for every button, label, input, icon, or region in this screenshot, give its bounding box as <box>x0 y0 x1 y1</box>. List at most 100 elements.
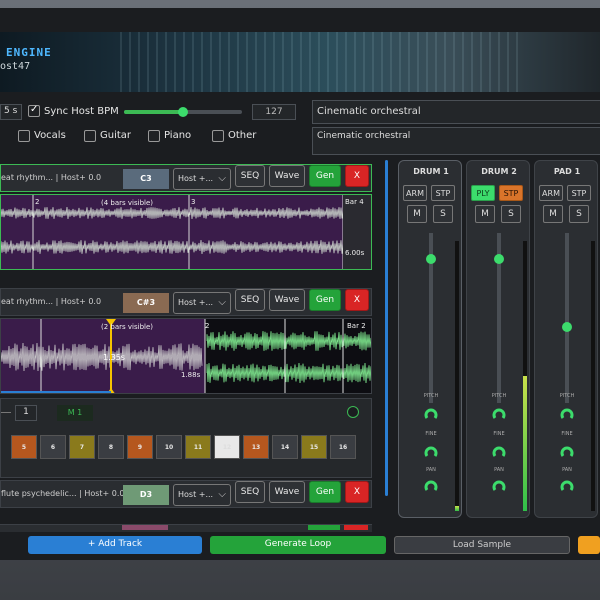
category-checkbox-piano[interactable] <box>148 130 160 142</box>
sequencer-step[interactable]: 6 <box>40 435 66 459</box>
solo-button[interactable]: S <box>501 205 521 223</box>
mixer-strip-pad1: PAD 1 ARM STP M S PITCH FINE PAN <box>534 160 598 518</box>
strip-name: PAD 1 <box>553 167 581 176</box>
volume-fader-handle[interactable] <box>426 253 436 264</box>
sync-bpm-checkbox[interactable] <box>28 104 40 117</box>
track-header: flute psychedelic... | Host+ 0.0 D3 Host… <box>0 480 372 508</box>
host-sync-select[interactable]: Host +... ⌵ <box>173 484 231 506</box>
pan-knob[interactable] <box>560 479 574 493</box>
host-sync-select[interactable]: Host +... ⌵ <box>173 292 231 314</box>
sequencer-step[interactable]: 9 <box>127 435 153 459</box>
mute-button[interactable]: M <box>543 205 563 223</box>
sequencer-led[interactable] <box>347 406 359 418</box>
track-header: eat rhythm... | Host+ 0.0 C#3 Host +... ⌵… <box>0 288 372 316</box>
solo-button[interactable]: S <box>433 205 453 223</box>
wave-button[interactable]: Wave <box>269 481 305 503</box>
gen-button[interactable]: Gen <box>309 289 341 311</box>
bpm-slider-handle[interactable] <box>178 107 188 117</box>
bpm-slider[interactable] <box>124 107 242 117</box>
delete-track-button[interactable]: X <box>345 165 369 187</box>
app-window: ENGINE ost47 5 s Sync Host BPM 127 Cinem… <box>0 8 600 560</box>
bar-end-label: Bar 2 <box>347 322 366 330</box>
volume-fader-handle[interactable] <box>562 321 572 332</box>
pitch-knob[interactable] <box>560 407 574 421</box>
extra-action-button[interactable] <box>578 536 600 554</box>
knob-arc <box>492 480 506 491</box>
category-checkbox-guitar[interactable] <box>84 130 96 142</box>
play-button[interactable]: PLY <box>471 185 495 201</box>
pan-knob[interactable] <box>424 479 438 493</box>
load-sample-button[interactable]: Load Sample <box>394 536 570 554</box>
category-checkbox-vocals[interactable] <box>18 130 30 142</box>
delete-track-button[interactable]: X <box>345 481 369 503</box>
mixer-strip-drum2: DRUM 2 PLY STP M S PITCH FINE PAN <box>466 160 530 518</box>
track-note-badge[interactable]: C3 <box>123 169 169 189</box>
track-waveform[interactable]: (2 bars visible) 2 Bar 2 1.35s 1.88s <box>0 318 372 394</box>
host-sync-select[interactable]: Host +... ⌵ <box>173 168 231 190</box>
stop-button[interactable]: STP <box>431 185 455 201</box>
generate-loop-button[interactable]: Generate Loop <box>210 536 386 554</box>
gen-button[interactable]: Gen <box>309 165 341 187</box>
arm-button[interactable]: ARM <box>403 185 427 201</box>
gen-button[interactable]: Gen <box>309 481 341 503</box>
category-label-other: Other <box>228 130 257 141</box>
sequencer-step[interactable]: 8 <box>98 435 124 459</box>
waveform-graphic <box>1 195 371 269</box>
gen-button-partial <box>308 525 340 530</box>
mute-button[interactable]: M <box>475 205 495 223</box>
duration-input[interactable]: 5 s <box>0 104 22 120</box>
delete-track-button[interactable]: X <box>345 289 369 311</box>
mode-indicator: M 1 <box>57 405 93 421</box>
add-track-button[interactable]: + Add Track <box>28 536 202 554</box>
level-meter-fill <box>455 505 459 511</box>
app-title: ENGINE <box>6 46 52 59</box>
seq-button[interactable]: SEQ <box>235 165 265 187</box>
mute-button[interactable]: M <box>407 205 427 223</box>
sequencer-step[interactable]: 7 <box>69 435 95 459</box>
volume-fader-handle[interactable] <box>494 253 504 264</box>
wave-button[interactable]: Wave <box>269 289 305 311</box>
arm-button[interactable]: ARM <box>539 185 563 201</box>
sequencer-step[interactable]: 16 <box>330 435 356 459</box>
sequencer-step[interactable]: 13 <box>243 435 269 459</box>
fine-knob[interactable] <box>560 445 574 459</box>
category-checkbox-other[interactable] <box>212 130 224 142</box>
seq-button[interactable]: SEQ <box>235 481 265 503</box>
host-sync-select-value: Host +... <box>178 174 214 183</box>
duration-label: 6.00s <box>345 249 365 257</box>
volume-fader-track[interactable] <box>565 233 569 403</box>
global-controls: 5 s Sync Host BPM 127 Cinematic orchestr… <box>0 98 600 158</box>
pitch-label: PITCH <box>559 393 575 399</box>
pitch-label: PITCH <box>491 393 507 399</box>
playhead-time-label: 1.35s <box>103 353 125 362</box>
fine-knob[interactable] <box>492 445 506 459</box>
wave-button[interactable]: Wave <box>269 165 305 187</box>
sequencer-step[interactable]: 5 <box>11 435 37 459</box>
sequencer-step[interactable]: 14 <box>272 435 298 459</box>
sequencer-step[interactable]: 12 <box>214 435 240 459</box>
scrollbar[interactable] <box>385 160 388 496</box>
sequencer-step[interactable]: 11 <box>185 435 211 459</box>
track-waveform[interactable]: 2 (4 bars visible) 3 Bar 4 6.00s <box>0 194 372 270</box>
track-note-badge[interactable]: C#3 <box>123 293 169 313</box>
stop-button[interactable]: STP <box>567 185 591 201</box>
bpm-input[interactable]: 127 <box>252 104 296 120</box>
delete-button-partial <box>344 525 368 530</box>
pan-knob[interactable] <box>492 479 506 493</box>
bar-marker: 2 <box>205 322 210 330</box>
stop-button[interactable]: STP <box>499 185 523 201</box>
sequencer-step[interactable]: 15 <box>301 435 327 459</box>
track-note-badge[interactable]: D3 <box>123 485 169 505</box>
banner-art <box>120 32 520 92</box>
steps-input[interactable]: 1 <box>15 405 37 421</box>
pitch-knob[interactable] <box>492 407 506 421</box>
prompt-input[interactable]: Cinematic orchestral <box>312 100 600 124</box>
loop-end-region <box>343 195 371 269</box>
seq-button[interactable]: SEQ <box>235 289 265 311</box>
pitch-knob[interactable] <box>424 407 438 421</box>
prompt-textarea[interactable]: Cinematic orchestral <box>312 127 600 155</box>
fine-knob[interactable] <box>424 445 438 459</box>
solo-button[interactable]: S <box>569 205 589 223</box>
pan-label: PAN <box>426 467 436 473</box>
sequencer-step[interactable]: 10 <box>156 435 182 459</box>
